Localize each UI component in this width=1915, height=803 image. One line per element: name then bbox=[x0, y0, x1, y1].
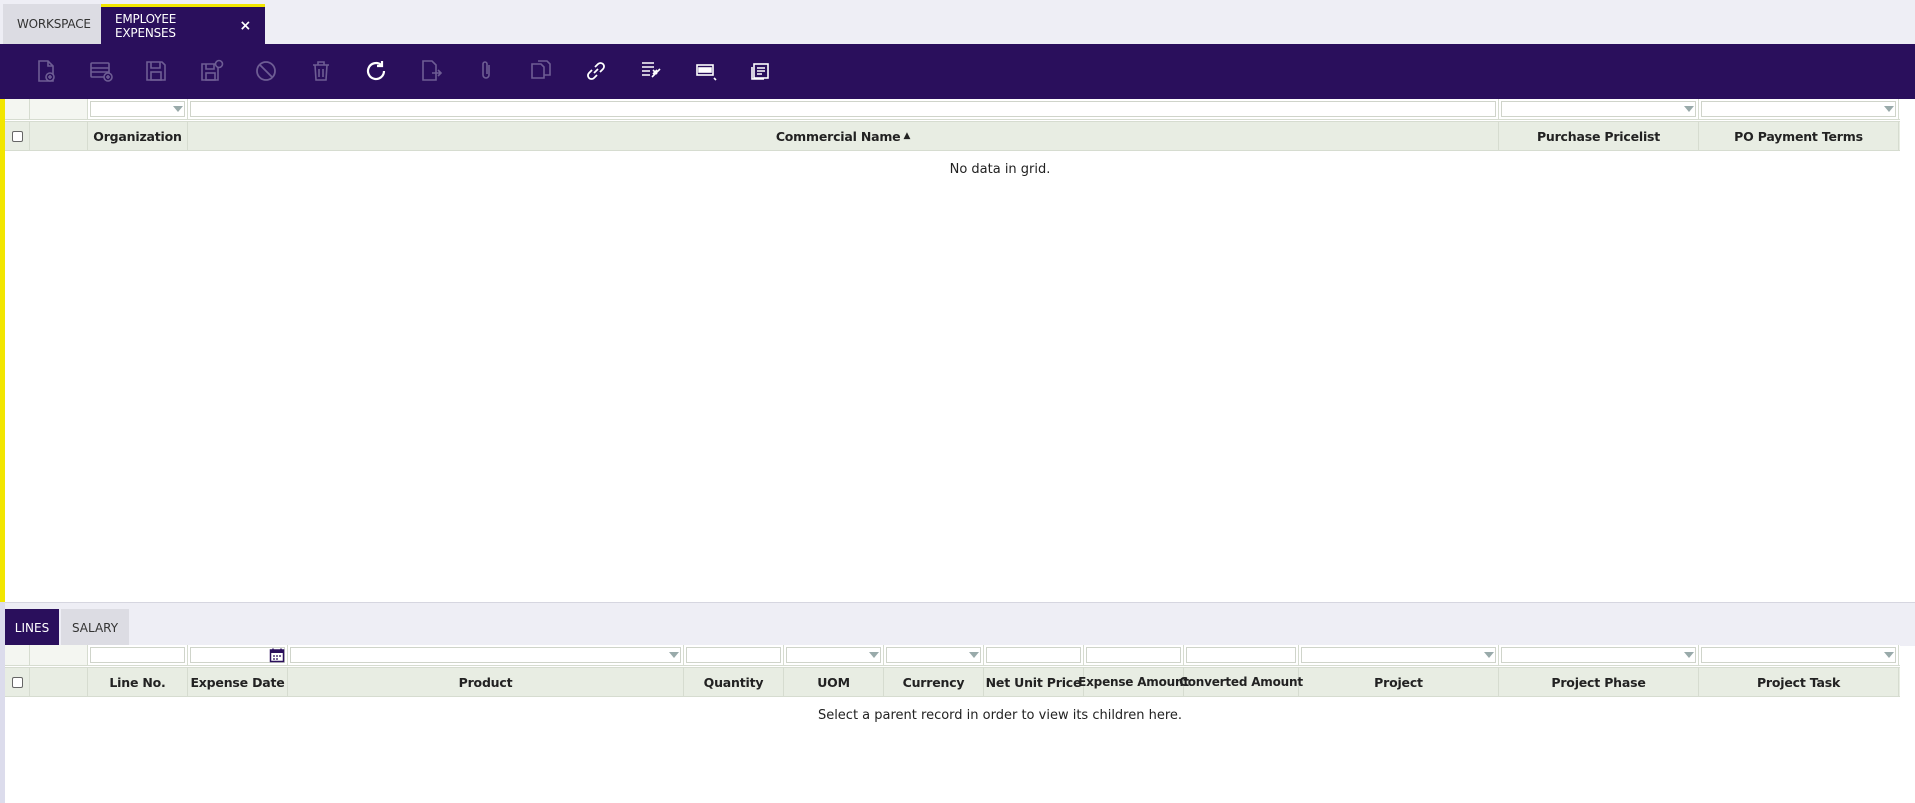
column-currency[interactable]: Currency bbox=[884, 668, 984, 696]
lower-filter-row bbox=[5, 645, 1900, 666]
filter-spacer bbox=[30, 99, 88, 119]
active-window-indicator bbox=[0, 99, 5, 602]
line-no-filter[interactable] bbox=[88, 645, 188, 665]
copy-record-icon[interactable] bbox=[526, 56, 556, 86]
tab-lines[interactable]: LINES bbox=[5, 609, 59, 647]
upper-no-data-text: No data in grid. bbox=[949, 162, 1051, 177]
link-icon[interactable] bbox=[581, 56, 611, 86]
new-row-icon[interactable] bbox=[86, 56, 116, 86]
save-icon[interactable] bbox=[141, 56, 171, 86]
column-uom[interactable]: UOM bbox=[784, 668, 884, 696]
column-quantity[interactable]: Quantity bbox=[684, 668, 784, 696]
purchase-pricelist-filter[interactable] bbox=[1499, 99, 1699, 119]
filter-spacer bbox=[5, 99, 30, 119]
po-payment-terms-filter[interactable] bbox=[1699, 99, 1899, 119]
select-all-checkbox[interactable] bbox=[5, 122, 30, 150]
column-product[interactable]: Product bbox=[288, 668, 684, 696]
filter-spacer bbox=[30, 645, 88, 665]
column-expense-amount[interactable]: Expense Amount bbox=[1078, 668, 1189, 696]
project-task-filter[interactable] bbox=[1699, 645, 1899, 665]
commercial-name-filter[interactable] bbox=[188, 99, 1499, 119]
tab-salary[interactable]: SALARY bbox=[61, 609, 129, 647]
column-project-phase[interactable]: Project Phase bbox=[1499, 668, 1699, 696]
tab-workspace[interactable]: WORKSPACE bbox=[3, 4, 101, 44]
window-tab-bar: WORKSPACE EMPLOYEE EXPENSES × bbox=[0, 0, 1915, 44]
close-icon[interactable]: × bbox=[239, 18, 251, 34]
tab-employee-expenses-label: EMPLOYEE EXPENSES bbox=[115, 11, 177, 40]
column-organization[interactable]: Organization bbox=[88, 122, 188, 150]
column-expense-date[interactable]: Expense Date bbox=[188, 668, 288, 696]
view-toggle-icon[interactable] bbox=[691, 56, 721, 86]
column-converted-amount[interactable]: Converted Amount bbox=[1179, 668, 1303, 696]
new-document-icon[interactable] bbox=[31, 56, 61, 86]
lower-header-row: Line No. Expense Date Product Quantity U… bbox=[5, 667, 1900, 697]
currency-filter[interactable] bbox=[884, 645, 984, 665]
column-project[interactable]: Project bbox=[1299, 668, 1499, 696]
select-all-lines-checkbox[interactable] bbox=[5, 668, 30, 696]
tab-workspace-label: WORKSPACE bbox=[17, 17, 91, 31]
export-icon[interactable] bbox=[416, 56, 446, 86]
expense-amount-filter[interactable] bbox=[1084, 645, 1184, 665]
calendar-icon[interactable] bbox=[269, 647, 285, 663]
uom-filter[interactable] bbox=[784, 645, 884, 665]
toolbar bbox=[0, 44, 1915, 99]
organization-filter[interactable] bbox=[88, 99, 188, 119]
quantity-filter[interactable] bbox=[684, 645, 784, 665]
tab-employee-expenses[interactable]: EMPLOYEE EXPENSES × bbox=[101, 4, 265, 44]
child-tab-bar: LINES SALARY bbox=[5, 602, 1915, 647]
sort-ascending-icon: ▲ bbox=[903, 131, 911, 141]
filter-spacer bbox=[5, 645, 30, 665]
expense-date-filter[interactable] bbox=[188, 645, 288, 665]
net-unit-price-filter[interactable] bbox=[984, 645, 1084, 665]
header-spacer bbox=[30, 668, 88, 696]
undo-icon[interactable] bbox=[251, 56, 281, 86]
refresh-icon[interactable] bbox=[361, 56, 391, 86]
header-spacer bbox=[30, 122, 88, 150]
save-close-icon[interactable] bbox=[196, 56, 226, 86]
project-filter[interactable] bbox=[1299, 645, 1499, 665]
column-po-payment-terms[interactable]: PO Payment Terms bbox=[1699, 122, 1899, 150]
column-project-task[interactable]: Project Task bbox=[1699, 668, 1899, 696]
project-phase-filter[interactable] bbox=[1499, 645, 1699, 665]
column-purchase-pricelist[interactable]: Purchase Pricelist bbox=[1499, 122, 1699, 150]
attachment-icon[interactable] bbox=[471, 56, 501, 86]
filter-grid-icon[interactable] bbox=[636, 56, 666, 86]
column-commercial-name[interactable]: Commercial Name ▲ bbox=[188, 122, 1499, 150]
product-filter[interactable] bbox=[288, 645, 684, 665]
lower-empty-message: Select a parent record in order to view … bbox=[817, 708, 1183, 723]
delete-icon[interactable] bbox=[306, 56, 336, 86]
column-line-no[interactable]: Line No. bbox=[88, 668, 188, 696]
notes-icon[interactable] bbox=[746, 56, 776, 86]
upper-header-row: Organization Commercial Name ▲ Purchase P… bbox=[5, 121, 1900, 151]
upper-filter-row bbox=[5, 99, 1900, 120]
converted-amount-filter[interactable] bbox=[1184, 645, 1299, 665]
column-net-unit-price[interactable]: Net Unit Price bbox=[984, 668, 1084, 696]
